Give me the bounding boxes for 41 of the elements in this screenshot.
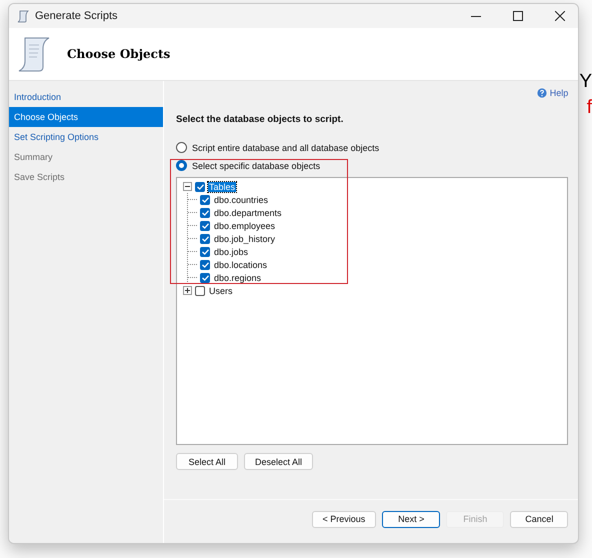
tree-checkbox[interactable] xyxy=(195,286,205,296)
help-link[interactable]: Help xyxy=(536,84,568,102)
expand-icon[interactable] xyxy=(183,286,192,295)
sidebar-item[interactable]: Choose Objects xyxy=(9,107,163,127)
tree-checkbox[interactable] xyxy=(200,194,210,204)
tree-item[interactable]: dbo.job_history xyxy=(213,234,276,244)
tree-checkbox[interactable] xyxy=(200,246,210,256)
wizard-button[interactable]: Cancel xyxy=(510,510,568,528)
page-title: Choose Objects xyxy=(67,47,170,61)
maximize-icon xyxy=(513,11,524,21)
select-all-button[interactable]: Select All xyxy=(176,453,238,470)
deselect-all-button[interactable]: Deselect All xyxy=(244,453,314,470)
tree-item[interactable]: Tables xyxy=(208,182,236,192)
collapse-icon[interactable] xyxy=(183,182,192,191)
radio-option[interactable]: Script entire database and all database objects xyxy=(176,142,380,153)
scroll-icon xyxy=(17,10,29,22)
radio-option[interactable]: Select specific database objects xyxy=(176,160,320,171)
window-title: Generate Scripts xyxy=(35,10,119,22)
sidebar-item[interactable]: Set Scripting Options xyxy=(9,127,163,147)
tree-checkbox[interactable] xyxy=(200,272,210,282)
tree-checkbox[interactable] xyxy=(200,220,210,230)
wizard-button[interactable]: < Previous xyxy=(312,510,376,528)
editor-text: Y xyxy=(579,72,592,92)
tree-checkbox[interactable] xyxy=(195,182,205,192)
tree-item[interactable]: dbo.locations xyxy=(213,260,268,270)
wizard-button[interactable]: Next > xyxy=(382,510,440,528)
tree-item[interactable]: dbo.departments xyxy=(213,208,283,218)
tree-checkbox[interactable] xyxy=(200,234,210,244)
editor-text: f xyxy=(586,98,592,118)
tree-item[interactable]: dbo.countries xyxy=(213,194,270,204)
tree-item[interactable]: dbo.employees xyxy=(213,220,276,230)
scroll-icon xyxy=(17,35,51,73)
tree-item[interactable]: dbo.jobs xyxy=(213,246,250,256)
instruction-text: Select the database objects to script. xyxy=(176,114,344,125)
tree-item[interactable]: dbo.regions xyxy=(213,272,262,282)
tree-item[interactable]: Users xyxy=(208,286,234,296)
tree-checkbox[interactable] xyxy=(200,208,210,218)
help-icon xyxy=(536,88,547,98)
tree-checkbox[interactable] xyxy=(200,260,210,270)
close-icon xyxy=(555,11,566,21)
sidebar-item[interactable]: Introduction xyxy=(9,87,163,107)
